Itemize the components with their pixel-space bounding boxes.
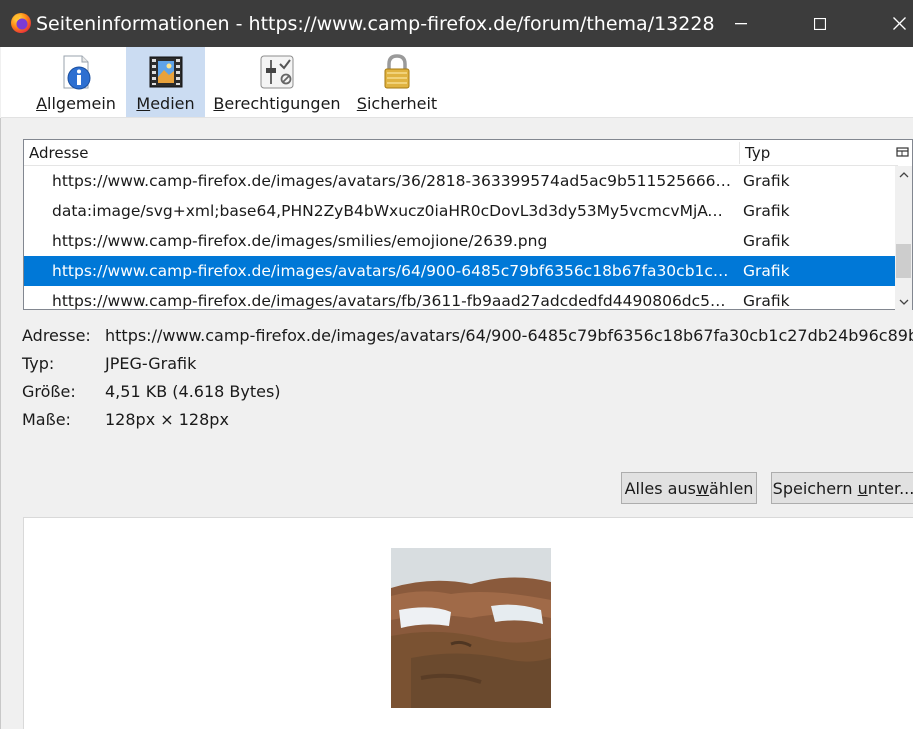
type-label: Typ: — [22, 354, 55, 373]
table-row[interactable]: https://www.camp-firefox.de/images/smili… — [24, 226, 896, 256]
row-type: Grafik — [743, 262, 790, 280]
maximize-button[interactable] — [797, 0, 843, 47]
vertical-scrollbar[interactable] — [895, 166, 912, 310]
category-toolbar: Allgemein Medien Berechtigungen Sicherhe… — [1, 47, 913, 118]
row-type: Grafik — [743, 232, 790, 250]
column-header-address[interactable]: Adresse — [29, 144, 88, 162]
save-as-label-part: Speichern — [772, 478, 858, 498]
dimensions-value: 128px × 128px — [105, 410, 229, 429]
row-address: https://www.camp-firefox.de/images/smili… — [52, 232, 548, 250]
media-icon — [149, 56, 182, 88]
scroll-down-button[interactable] — [895, 293, 912, 310]
title-bar: Seiteninformationen - https://www.camp-f… — [0, 0, 913, 47]
tab-label: Sicherheit — [356, 94, 438, 113]
info-icon — [63, 55, 91, 90]
tab-label-rest: erechtigungen — [224, 94, 341, 113]
avatar-preview-image — [391, 548, 551, 708]
select-all-button[interactable]: Alles aus w ählen — [621, 472, 757, 504]
row-type: Grafik — [743, 202, 790, 220]
lock-icon — [384, 54, 410, 89]
scrollbar-thumb[interactable] — [896, 244, 911, 278]
row-type: Grafik — [743, 172, 790, 190]
close-button[interactable] — [876, 0, 913, 47]
row-type: Grafik — [743, 292, 790, 310]
table-row-selected[interactable]: https://www.camp-firefox.de/images/avata… — [24, 256, 896, 286]
media-list-rows: https://www.camp-firefox.de/images/avata… — [24, 166, 896, 310]
column-header-type[interactable]: Typ — [745, 144, 770, 162]
media-list[interactable]: Adresse Typ https://www.camp-firefox.de/… — [23, 139, 913, 310]
minimize-button[interactable] — [718, 0, 764, 47]
tab-berechtigungen[interactable]: Berechtigungen — [213, 47, 341, 117]
tab-sicherheit[interactable]: Sicherheit — [353, 47, 441, 117]
tab-label-rest: edien — [150, 94, 195, 113]
firefox-logo-icon — [11, 13, 31, 33]
column-separator[interactable] — [739, 142, 740, 164]
save-as-label-part: nter... — [867, 478, 913, 498]
close-icon — [892, 17, 906, 30]
window-left-border — [0, 118, 1, 729]
tab-label: Medien — [136, 94, 195, 113]
size-value: 4,51 KB (4.618 Bytes) — [105, 382, 281, 401]
row-address: https://www.camp-firefox.de/images/avata… — [52, 172, 735, 190]
permissions-icon — [260, 55, 294, 89]
save-as-accesskey: u — [857, 478, 868, 498]
tab-label-rest: icherheit — [366, 94, 438, 113]
type-value: JPEG-Grafik — [105, 354, 197, 373]
row-address: data:image/svg+xml;base64,PHN2ZyB4bWxucz… — [52, 202, 735, 220]
save-as-button[interactable]: Speichern u nter... — [771, 472, 913, 504]
tab-label-rest: llgemein — [47, 94, 116, 113]
minimize-icon — [735, 22, 747, 24]
chevron-up-icon — [899, 171, 908, 177]
table-row[interactable]: https://www.camp-firefox.de/images/avata… — [24, 286, 896, 310]
table-row[interactable]: data:image/svg+xml;base64,PHN2ZyB4bWxucz… — [24, 196, 896, 226]
column-picker-icon[interactable] — [895, 141, 911, 165]
address-label: Adresse: — [22, 326, 91, 345]
scroll-up-button[interactable] — [895, 166, 912, 183]
tab-allgemein[interactable]: Allgemein — [31, 47, 121, 117]
tab-medien[interactable]: Medien — [126, 47, 205, 117]
dimensions-label: Maße: — [22, 410, 71, 429]
select-all-accesskey: w — [695, 478, 710, 498]
maximize-icon — [814, 17, 826, 30]
media-preview — [23, 517, 913, 729]
select-all-label-part: ählen — [709, 478, 754, 498]
size-label: Größe: — [22, 382, 76, 401]
select-all-label-part: Alles aus — [624, 478, 696, 498]
row-address: https://www.camp-firefox.de/images/avata… — [52, 292, 735, 310]
media-list-header: Adresse Typ — [24, 140, 898, 166]
window-title: Seiteninformationen - https://www.camp-f… — [36, 13, 716, 35]
table-row[interactable]: https://www.camp-firefox.de/images/avata… — [24, 166, 896, 196]
tab-label: Allgemein — [36, 94, 116, 113]
chevron-down-icon — [899, 299, 908, 305]
address-value: https://www.camp-firefox.de/images/avata… — [105, 326, 913, 345]
tab-label: Berechtigungen — [213, 94, 341, 113]
row-address: https://www.camp-firefox.de/images/avata… — [52, 262, 735, 280]
